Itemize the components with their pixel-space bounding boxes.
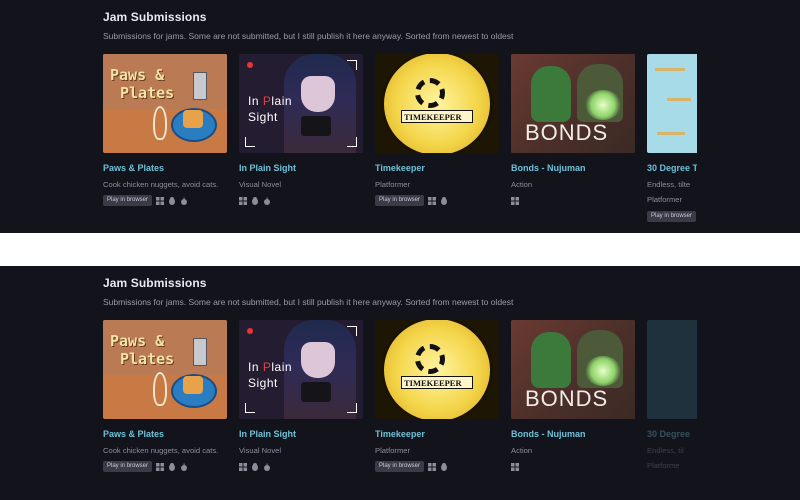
game-thumbnail[interactable]: Paws & Plates <box>103 54 227 153</box>
game-card-30-degree[interactable]: 30 Degree T Endless, tilte Platformer Pl… <box>647 54 697 222</box>
windows-icon <box>239 462 247 471</box>
windows-icon <box>156 462 165 471</box>
thumbnail-logo-text: Sight <box>248 110 278 124</box>
platform-list: Play in browser <box>375 461 499 472</box>
game-genre: Platformer <box>647 195 683 204</box>
game-card-timekeeper[interactable]: TIMEKEEPER Timekeeper Platformer Play in… <box>375 320 499 472</box>
game-title[interactable]: Timekeeper <box>375 429 499 439</box>
section-description: Submissions for jams. Some are not submi… <box>103 297 514 307</box>
game-description: Cook chicken nuggets, avoid cats. <box>103 180 219 189</box>
game-title[interactable]: 30 Degree <box>647 429 697 439</box>
apple-icon <box>264 463 270 471</box>
game-card-bonds-nujuman[interactable]: BONDS Bonds - Nujuman Action <box>511 320 635 472</box>
section-description: Submissions for jams. Some are not submi… <box>103 31 514 41</box>
thumbnail-logo-text: TIMEKEEPER <box>404 378 462 388</box>
game-title[interactable]: Bonds - Nujuman <box>511 429 635 439</box>
game-title[interactable]: 30 Degree T <box>647 163 697 173</box>
game-thumbnail[interactable]: Paws & Plates <box>103 320 227 419</box>
thumbnail-logo-text: In Plain <box>248 360 293 374</box>
windows-icon <box>156 196 165 205</box>
play-in-browser-badge: Play in browser <box>103 461 153 472</box>
linux-icon <box>441 462 448 471</box>
play-in-browser-badge: Play in browser <box>375 461 425 472</box>
platform-list <box>239 461 363 472</box>
game-thumbnail[interactable]: TIMEKEEPER <box>375 54 499 153</box>
apple-icon <box>181 463 188 471</box>
play-in-browser-badge: Play in browser <box>103 195 153 206</box>
linux-icon <box>441 196 448 205</box>
game-card-paws-and-plates[interactable]: Paws & Plates Paws & Plates Cook chicken… <box>103 54 227 206</box>
platform-list <box>511 195 635 206</box>
windows-icon <box>511 462 519 471</box>
thumbnail-logo-text: Plates <box>120 84 175 102</box>
game-description: Action <box>511 446 533 455</box>
game-thumbnail[interactable] <box>647 54 697 153</box>
game-genre: Platforme <box>647 461 680 470</box>
game-thumbnail[interactable] <box>647 320 697 419</box>
platform-list: Play in browser <box>375 195 499 206</box>
thumbnail-logo-text: Sight <box>248 376 278 390</box>
game-card-timekeeper[interactable]: TIMEKEEPER Timekeeper Platformer Play in… <box>375 54 499 206</box>
thumbnail-logo-text: In Plain <box>248 94 293 108</box>
game-thumbnail[interactable]: TIMEKEEPER <box>375 320 499 419</box>
platform-list: Play in browser <box>103 461 227 472</box>
linux-icon <box>252 196 258 205</box>
play-in-browser-badge: Play in browser <box>375 195 425 206</box>
jam-submissions-panel-bottom: Jam Submissions Submissions for jams. So… <box>0 266 800 500</box>
game-card-30-degree[interactable]: 30 Degree Endless, til Platforme <box>647 320 697 470</box>
game-card-in-plain-sight[interactable]: In Plain Sight In Plain Sight Visual Nov… <box>239 320 363 472</box>
game-description: Cook chicken nuggets, avoid cats. <box>103 446 219 455</box>
windows-icon <box>428 196 437 205</box>
game-thumbnail[interactable]: BONDS <box>511 320 635 419</box>
apple-icon <box>264 197 270 205</box>
game-description: Platformer <box>375 446 411 455</box>
game-thumbnail[interactable]: In Plain Sight <box>239 54 363 153</box>
game-card-in-plain-sight[interactable]: In Plain Sight In Plain Sight Visual Nov… <box>239 54 363 206</box>
game-description: Visual Novel <box>239 180 282 189</box>
game-thumbnail[interactable]: In Plain Sight <box>239 320 363 419</box>
game-description: Endless, tilte <box>647 180 691 189</box>
game-card-paws-and-plates[interactable]: Paws & Plates Paws & Plates Cook chicken… <box>103 320 227 472</box>
game-description: Platformer <box>375 180 411 189</box>
game-card-row: Paws & Plates Paws & Plates Cook chicken… <box>103 54 697 233</box>
section-title: Jam Submissions <box>103 276 207 290</box>
platform-list: Play in browser <box>103 195 227 206</box>
game-card-bonds-nujuman[interactable]: BONDS Bonds - Nujuman Action <box>511 54 635 206</box>
thumbnail-logo-text: Paws & <box>110 66 165 84</box>
section-title: Jam Submissions <box>103 10 207 24</box>
game-thumbnail[interactable]: BONDS <box>511 54 635 153</box>
jam-submissions-panel-top: Jam Submissions Submissions for jams. So… <box>0 0 800 233</box>
platform-list: Play in browser <box>647 211 697 222</box>
game-title[interactable]: In Plain Sight <box>239 163 363 173</box>
game-description: Action <box>511 180 533 189</box>
game-card-row: Paws & Plates Paws & Plates Cook chicken… <box>103 320 697 500</box>
game-title[interactable]: In Plain Sight <box>239 429 363 439</box>
thumbnail-logo-text: Plates <box>120 350 175 368</box>
play-in-browser-badge: Play in browser <box>647 211 697 222</box>
game-title[interactable]: Paws & Plates <box>103 429 227 439</box>
thumbnail-logo-text: BONDS <box>525 120 609 145</box>
apple-icon <box>181 197 188 205</box>
windows-icon <box>511 196 519 205</box>
windows-icon <box>428 462 437 471</box>
game-title[interactable]: Timekeeper <box>375 163 499 173</box>
platform-list <box>239 195 363 206</box>
thumbnail-logo-text: Paws & <box>110 332 165 350</box>
game-description: Visual Novel <box>239 446 282 455</box>
game-description: Endless, til <box>647 446 684 455</box>
platform-list <box>511 461 635 472</box>
linux-icon <box>169 196 176 205</box>
thumbnail-logo-text: BONDS <box>525 386 609 411</box>
game-title[interactable]: Bonds - Nujuman <box>511 163 635 173</box>
thumbnail-logo-text: TIMEKEEPER <box>404 112 462 122</box>
game-title[interactable]: Paws & Plates <box>103 163 227 173</box>
windows-icon <box>239 196 247 205</box>
linux-icon <box>252 462 258 471</box>
linux-icon <box>169 462 176 471</box>
